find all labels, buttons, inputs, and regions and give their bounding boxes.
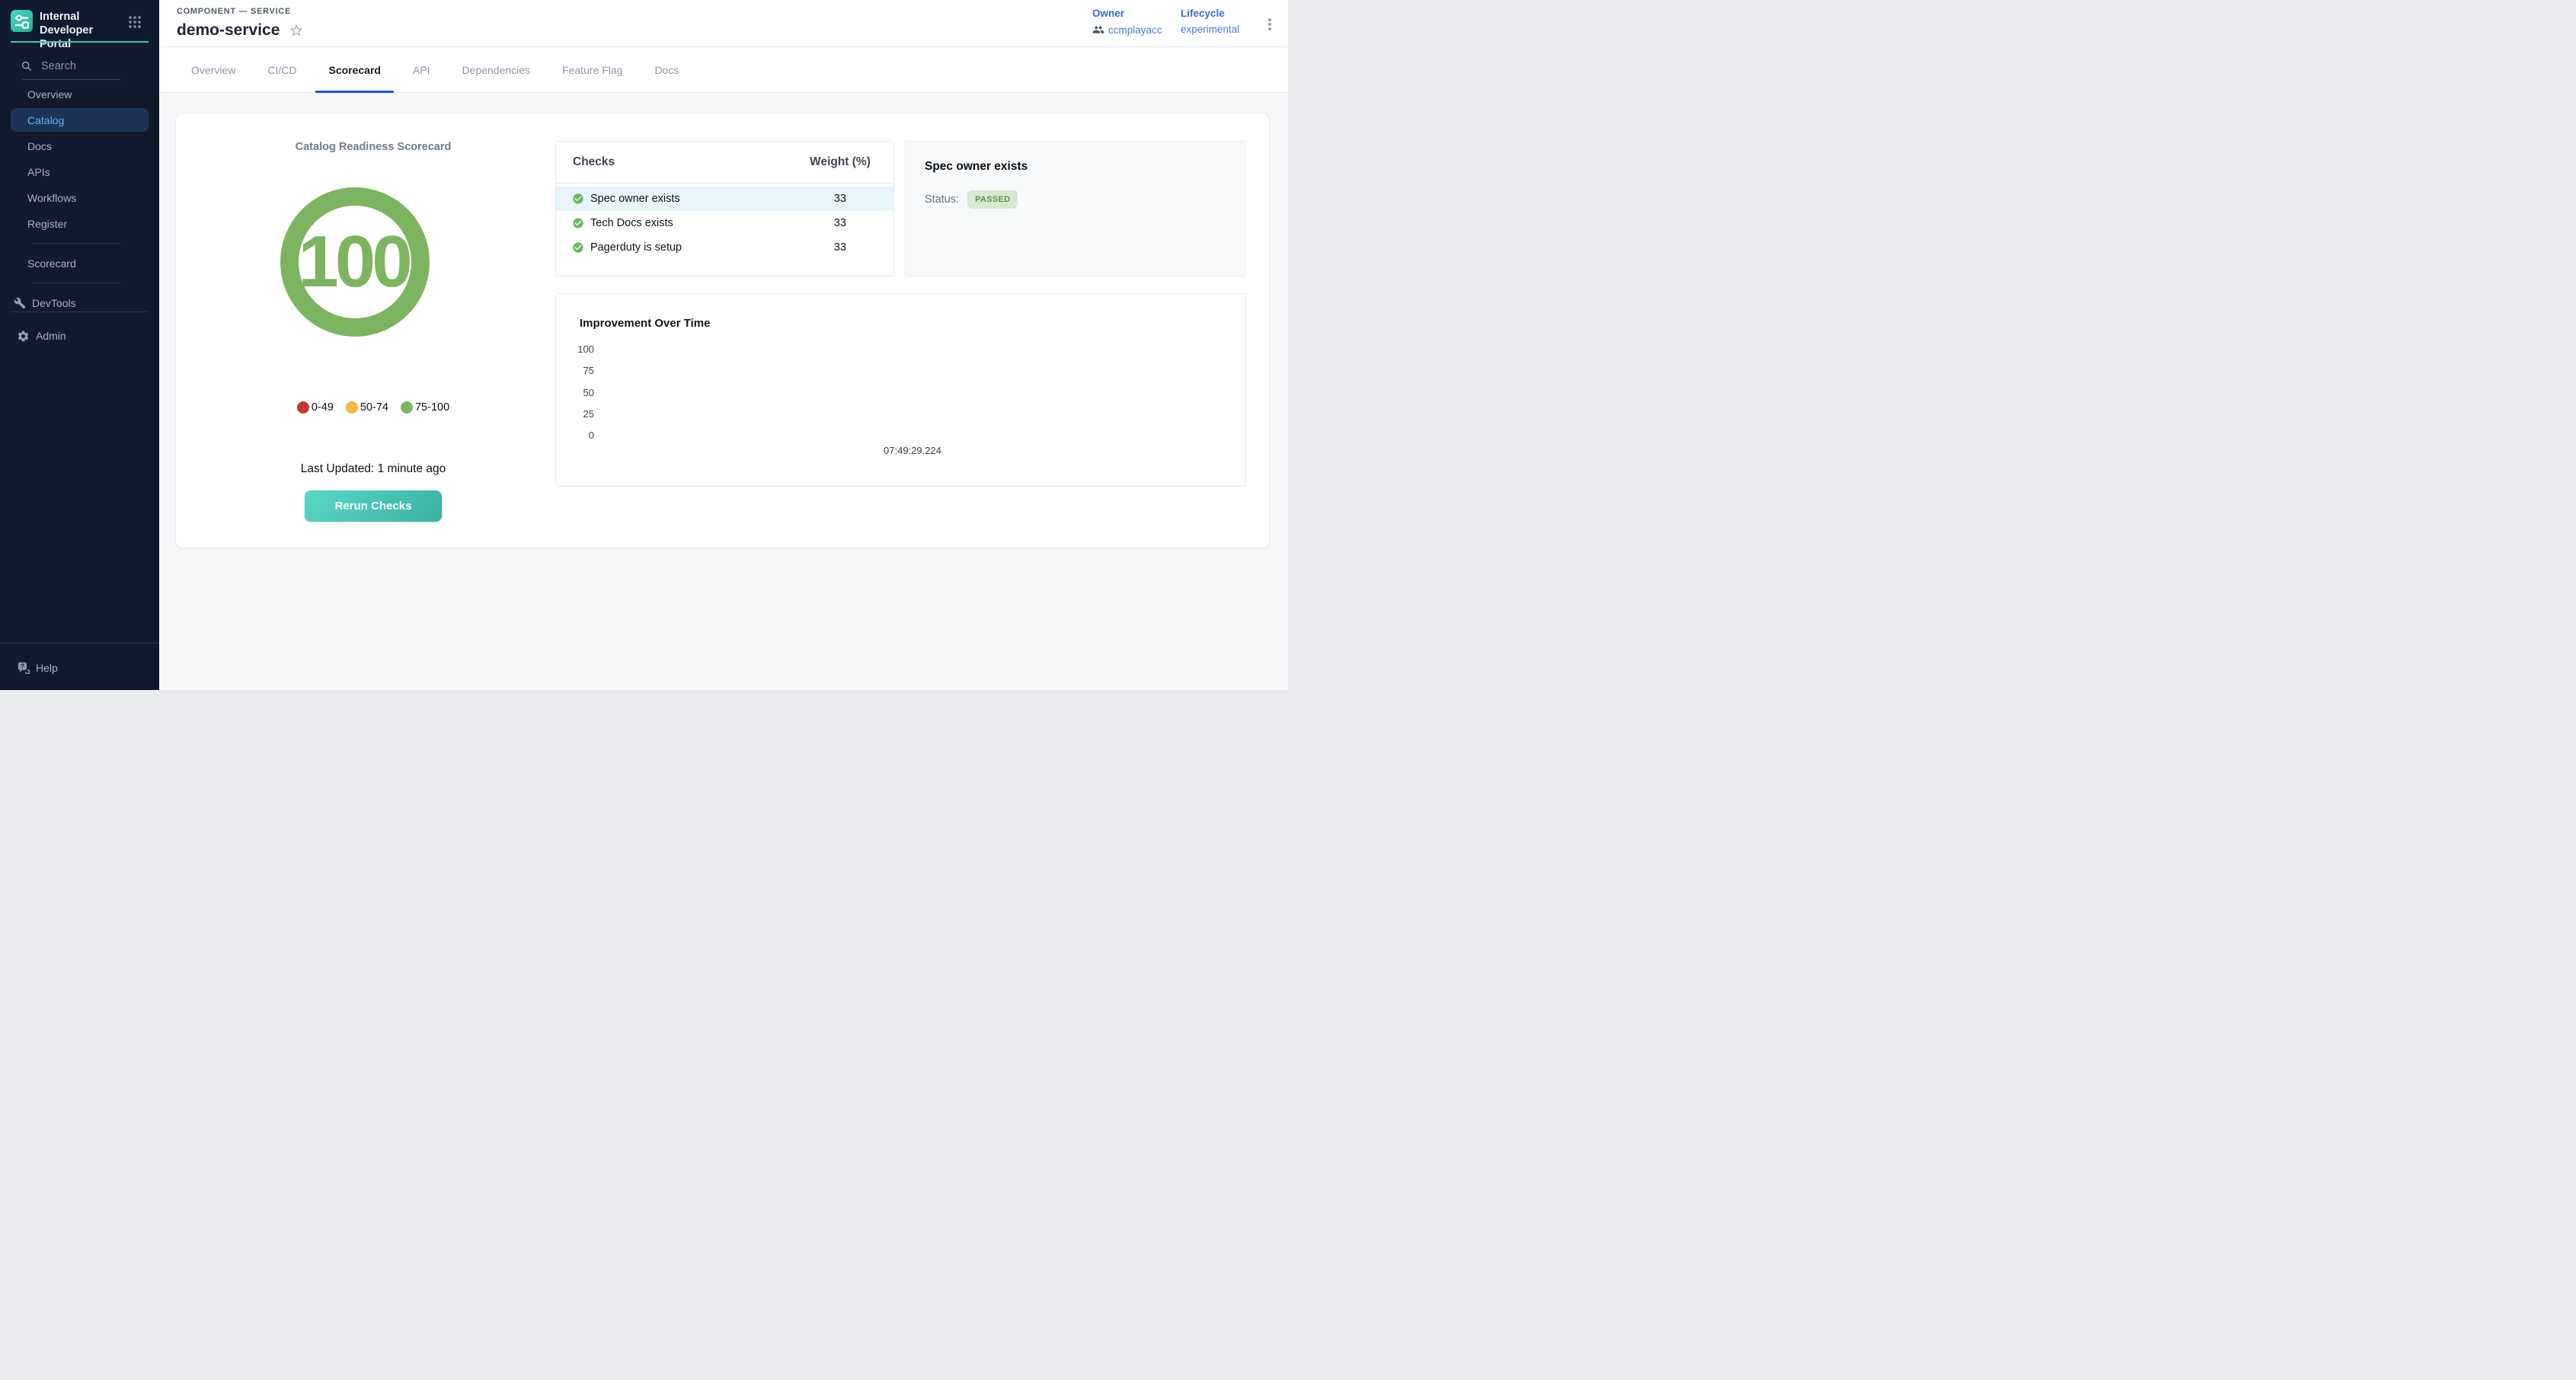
check-detail-title: Spec owner exists — [925, 160, 1028, 174]
checks-card: Checks Weight (%) Spec owner exists 33 T… — [555, 141, 894, 276]
legend-item-high: 75-100 — [401, 401, 449, 414]
tab-scorecard[interactable]: Scorecard — [312, 47, 396, 93]
portal-logo-icon — [11, 10, 33, 32]
checks-rows: Spec owner exists 33 Tech Docs exists 33… — [556, 184, 893, 260]
score-legend: 0-49 50-74 75-100 — [176, 401, 570, 414]
check-row-pagerduty[interactable]: Pagerduty is setup 33 — [556, 235, 893, 260]
owner-label[interactable]: Owner — [1092, 8, 1162, 19]
search-placeholder: Search — [41, 60, 76, 72]
y-axis-tick: 50 — [564, 387, 594, 398]
tab-overview[interactable]: Overview — [175, 47, 251, 93]
lifecycle-block: Lifecycle experimental — [1181, 8, 1239, 35]
score-value: 100 — [298, 220, 408, 304]
check-circle-icon — [572, 217, 584, 229]
scorecard-title: Catalog Readiness Scorecard — [176, 141, 570, 153]
score-gauge: 100 — [280, 187, 430, 337]
sidebar-item-help[interactable]: ? Help — [0, 655, 159, 681]
group-icon — [1092, 24, 1104, 36]
wrench-icon — [14, 297, 26, 309]
y-axis-tick: 25 — [564, 408, 594, 420]
legend-dot-red — [297, 401, 309, 414]
sidebar-item-catalog[interactable]: Catalog — [11, 108, 149, 132]
chart-title: Improvement Over Time — [580, 317, 710, 330]
status-badge: PASSED — [967, 190, 1018, 209]
tab-docs[interactable]: Docs — [638, 47, 695, 93]
scorecard-panel: Catalog Readiness Scorecard 100 0-49 50-… — [175, 113, 1270, 548]
scorecard-content: Catalog Readiness Scorecard 100 0-49 50-… — [159, 93, 1288, 690]
page-title: demo-service — [177, 21, 280, 40]
search-underline — [22, 79, 120, 80]
legend-item-mid: 50-74 — [346, 401, 388, 414]
sidebar-item-docs[interactable]: Docs — [0, 133, 159, 159]
legend-dot-green — [401, 401, 413, 414]
check-row-tech-docs[interactable]: Tech Docs exists 33 — [556, 211, 893, 235]
checks-table-header: Checks Weight (%) — [556, 142, 893, 184]
breadcrumb: COMPONENT — SERVICE — [177, 7, 291, 16]
tab-api[interactable]: API — [397, 47, 446, 93]
check-detail-card: Spec owner exists Status: PASSED — [905, 141, 1246, 276]
apps-grid-icon[interactable] — [128, 15, 142, 29]
main-area: COMPONENT — SERVICE demo-service Owner c… — [159, 0, 1288, 690]
sidebar-item-admin[interactable]: Admin — [0, 323, 159, 349]
admin-divider — [11, 311, 148, 312]
legend-dot-amber — [346, 401, 358, 414]
status-label: Status: — [925, 193, 959, 206]
entity-tabs: Overview CI/CD Scorecard API Dependencie… — [159, 47, 1288, 93]
check-row-spec-owner[interactable]: Spec owner exists 33 — [556, 187, 893, 211]
search-input[interactable]: Search — [21, 58, 136, 75]
improvement-chart-card: Improvement Over Time 100 75 50 25 0 07:… — [555, 293, 1246, 487]
check-circle-icon — [572, 241, 584, 254]
app-window: Internal Developer Portal Search Overvie… — [0, 0, 1288, 690]
tab-cicd[interactable]: CI/CD — [251, 47, 312, 93]
favorite-star-icon[interactable] — [289, 23, 304, 38]
brand-title: Internal Developer Portal — [40, 10, 125, 51]
weight-header-label: Weight (%) — [787, 155, 893, 169]
lifecycle-label[interactable]: Lifecycle — [1181, 8, 1239, 19]
help-chat-icon: ? — [17, 661, 30, 675]
last-updated-text: Last Updated: 1 minute ago — [176, 462, 570, 476]
help-divider — [0, 643, 159, 644]
sidebar-item-overview[interactable]: Overview — [0, 81, 159, 107]
x-axis-tick: 07:49:29.224 — [859, 445, 966, 456]
sidebar-item-workflows[interactable]: Workflows — [0, 185, 159, 211]
tab-dependencies[interactable]: Dependencies — [446, 47, 547, 93]
entity-header: COMPONENT — SERVICE demo-service Owner c… — [159, 0, 1288, 47]
checks-header-label: Checks — [573, 155, 787, 169]
y-axis-tick: 100 — [564, 343, 594, 355]
y-axis-tick: 75 — [564, 365, 594, 376]
search-icon — [21, 61, 32, 72]
more-options-kebab-icon[interactable] — [1264, 14, 1276, 35]
legend-item-low: 0-49 — [297, 401, 334, 414]
rerun-checks-button[interactable]: Rerun Checks — [305, 490, 442, 522]
lifecycle-value[interactable]: experimental — [1181, 24, 1239, 35]
owner-block: Owner ccmplayacc — [1092, 8, 1162, 36]
sidebar-accent-divider — [11, 41, 149, 43]
owner-value-link[interactable]: ccmplayacc — [1092, 24, 1162, 36]
y-axis-tick: 0 — [564, 430, 594, 441]
tab-feature-flag[interactable]: Feature Flag — [546, 47, 638, 93]
svg-text:?: ? — [21, 663, 24, 670]
sidebar-nav: Overview Catalog Docs APIs Workflows Reg… — [0, 81, 159, 316]
sidebar: Internal Developer Portal Search Overvie… — [0, 0, 159, 690]
check-circle-icon — [572, 193, 584, 205]
sidebar-item-scorecard[interactable]: Scorecard — [0, 251, 159, 276]
nav-divider — [33, 243, 120, 244]
sidebar-item-apis[interactable]: APIs — [0, 159, 159, 185]
gear-icon — [17, 330, 30, 343]
sidebar-item-register[interactable]: Register — [0, 211, 159, 237]
